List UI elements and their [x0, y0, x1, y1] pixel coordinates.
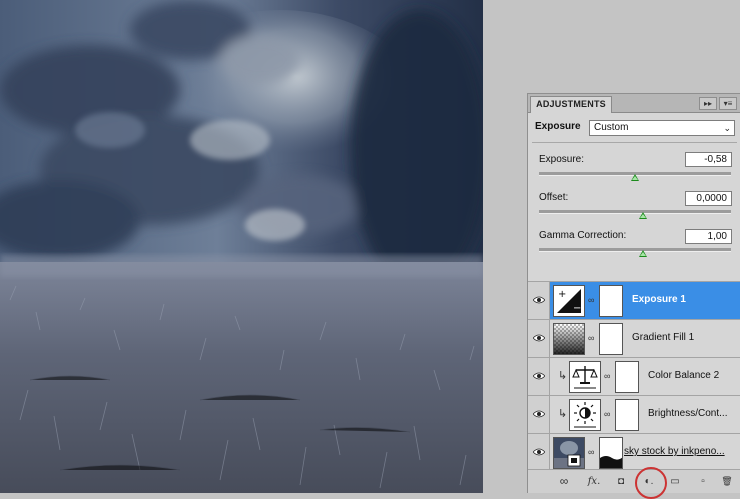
layer-mask-thumbnail[interactable] [599, 285, 623, 317]
visibility-toggle[interactable] [528, 358, 550, 395]
fx-icon[interactable]: fx. [586, 475, 602, 488]
layer-mask-thumbnail[interactable] [599, 437, 623, 469]
link-icon[interactable]: ∞ [588, 295, 594, 305]
layer-mask-thumbnail[interactable] [599, 323, 623, 355]
gamma-correction-field[interactable]: 1,00 [685, 229, 732, 244]
layer-name[interactable]: Brightness/Cont... [648, 408, 727, 419]
layer-row-brightness-contrast[interactable]: ↳ ∞ Brightness/Cont... [528, 395, 740, 433]
adjustment-title: Exposure [535, 121, 581, 132]
gamma-correction-slider[interactable] [539, 248, 731, 257]
layer-row-gradient-fill[interactable]: ∞ Gradient Fill 1 [528, 319, 740, 357]
eye-icon [533, 372, 545, 380]
offset-slider-thumb[interactable] [638, 212, 647, 219]
adjustments-tab[interactable]: ADJUSTMENTS [530, 96, 612, 113]
preset-value: Custom [594, 122, 629, 133]
panel-menu-button[interactable]: ▾≡ [719, 97, 737, 110]
adjustments-panel: ADJUSTMENTS ▸▸ ▾≡ Exposure Custom ⌄ Expo… [527, 93, 740, 281]
offset-label: Offset: [539, 192, 569, 203]
trash-icon[interactable]: 🗑 [720, 475, 734, 488]
group-icon[interactable]: ▭ [668, 475, 682, 488]
eye-icon [533, 334, 545, 342]
visibility-toggle[interactable] [528, 396, 550, 433]
offset-slider[interactable] [539, 210, 731, 219]
exposure-slider-thumb[interactable] [631, 174, 639, 181]
add-mask-icon[interactable]: ◘ [614, 475, 628, 488]
link-layers-icon[interactable]: ∞ [556, 475, 572, 488]
link-icon[interactable]: ∞ [604, 409, 610, 419]
document-canvas[interactable] [0, 0, 483, 493]
layers-toolbar: ∞ fx. ◘ ◐. ▭ ▫ 🗑 [528, 469, 740, 493]
layer-name[interactable]: Color Balance 2 [648, 370, 719, 381]
link-icon[interactable]: ∞ [604, 371, 610, 381]
visibility-toggle[interactable] [528, 320, 550, 357]
layer-mask-thumbnail[interactable] [615, 399, 639, 431]
highlight-circle-annotation [635, 467, 667, 499]
layer-mask-thumbnail[interactable] [615, 361, 639, 393]
layer-row-sky-stock[interactable]: ∞ sky stock by inkpeno... [528, 433, 740, 470]
sky-and-field-image [0, 0, 483, 493]
preset-dropdown[interactable]: Custom ⌄ [589, 120, 735, 136]
gamma-correction-label: Gamma Correction: [539, 230, 627, 241]
eye-icon [533, 296, 545, 304]
layer-name[interactable]: Gradient Fill 1 [632, 332, 694, 343]
visibility-toggle[interactable] [528, 282, 550, 319]
photo-thumbnail [553, 437, 585, 469]
layer-row-exposure[interactable]: + − ∞ Exposure 1 [528, 281, 740, 319]
clipping-arrow-icon: ↳ [558, 370, 568, 382]
layer-row-color-balance[interactable]: ↳ ∞ Color Balance 2 [528, 357, 740, 395]
chevron-down-icon: ⌄ [723, 123, 731, 133]
layer-name[interactable]: Exposure 1 [632, 294, 686, 305]
color-balance-icon [569, 361, 601, 393]
gamma-correction-slider-thumb[interactable] [638, 250, 647, 257]
svg-text:+: + [558, 289, 566, 300]
gradient-fill-icon [553, 323, 585, 355]
exposure-field[interactable]: -0,58 [685, 152, 732, 167]
exposure-icon: + − [553, 285, 585, 317]
layers-panel: + − ∞ Exposure 1 ∞ Gradient Fill 1 ↳ ∞ C… [527, 281, 740, 499]
link-icon[interactable]: ∞ [588, 447, 594, 457]
clipping-arrow-icon: ↳ [558, 408, 568, 420]
link-icon[interactable]: ∞ [588, 333, 594, 343]
visibility-toggle[interactable] [528, 434, 550, 470]
new-layer-icon[interactable]: ▫ [696, 475, 710, 488]
adjustments-tabbar: ADJUSTMENTS ▸▸ ▾≡ [528, 94, 740, 113]
exposure-label: Exposure: [539, 154, 585, 165]
eye-icon [533, 448, 545, 456]
layer-name[interactable]: sky stock by inkpeno... [624, 446, 725, 457]
offset-field[interactable]: 0,0000 [685, 191, 732, 206]
adjustment-divider [532, 142, 737, 143]
eye-icon [533, 410, 545, 418]
collapse-panel-button[interactable]: ▸▸ [699, 97, 717, 110]
adjustment-header: Exposure Custom ⌄ [528, 113, 740, 139]
exposure-slider[interactable] [539, 172, 731, 181]
svg-text:−: − [573, 303, 581, 314]
brightness-contrast-icon [569, 399, 601, 431]
